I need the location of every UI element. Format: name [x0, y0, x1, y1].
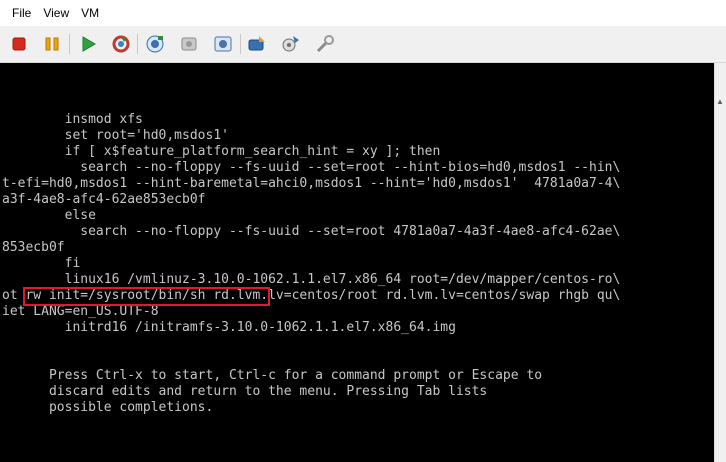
console-line: iet LANG=en_US.UTF-8 — [2, 304, 159, 319]
stop-icon[interactable] — [7, 32, 31, 56]
send-keys-icon[interactable] — [245, 32, 269, 56]
toolbar-separator — [137, 34, 138, 54]
console-line: discard edits and return to the menu. Pr… — [2, 384, 488, 399]
snapshot-icon[interactable] — [143, 32, 167, 56]
scroll-up-icon[interactable]: ▲ — [716, 97, 724, 106]
console-line: Press Ctrl-x to start, Ctrl-c for a comm… — [2, 368, 543, 383]
console-line: search --no-floppy --fs-uuid --set=root … — [2, 224, 621, 239]
toolbar-separator — [69, 34, 70, 54]
console-line: fi — [2, 256, 81, 271]
console-line: a3f-4ae8-afc4-62ae853ecb0f — [2, 192, 206, 207]
console-line: possible completions. — [2, 400, 214, 415]
console-line: else — [2, 208, 96, 223]
pause-icon[interactable] — [40, 32, 64, 56]
console-line: set root='hd0,msdos1' — [2, 128, 229, 143]
menu-view[interactable]: View — [37, 0, 75, 26]
vm-console-screen[interactable]: insmod xfs set root='hd0,msdos1' if [ x$… — [0, 63, 714, 462]
play-icon[interactable] — [76, 32, 100, 56]
vertical-scrollbar[interactable]: ▲ — [714, 63, 726, 462]
tools-icon[interactable] — [313, 32, 337, 56]
console-line: linux16 /vmlinuz-3.10.0-1062.1.1.el7.x86… — [2, 272, 621, 287]
menu-file[interactable]: File — [0, 0, 37, 26]
toolbar — [0, 26, 726, 63]
console-line: search --no-floppy --fs-uuid --set=root … — [2, 160, 621, 175]
console-line: if [ x$feature_platform_search_hint = xy… — [2, 144, 441, 159]
revert-icon[interactable] — [177, 32, 201, 56]
toolbar-separator — [240, 34, 241, 54]
console-line: 853ecb0f — [2, 240, 65, 255]
console-line: insmod xfs — [2, 112, 143, 127]
console-line: t-efi=hd0,msdos1 --hint-baremetal=ahci0,… — [2, 176, 621, 191]
highlight-box — [23, 287, 270, 306]
menu-bar: File View VM — [0, 0, 726, 26]
settings-icon[interactable] — [279, 32, 303, 56]
grub-editor-text: insmod xfs set root='hd0,msdos1' if [ x$… — [2, 112, 620, 416]
reset-icon[interactable] — [109, 32, 133, 56]
menu-vm[interactable]: VM — [75, 0, 105, 26]
manage-snapshots-icon[interactable] — [211, 32, 235, 56]
console-line: initrd16 /initramfs-3.10.0-1062.1.1.el7.… — [2, 320, 456, 335]
